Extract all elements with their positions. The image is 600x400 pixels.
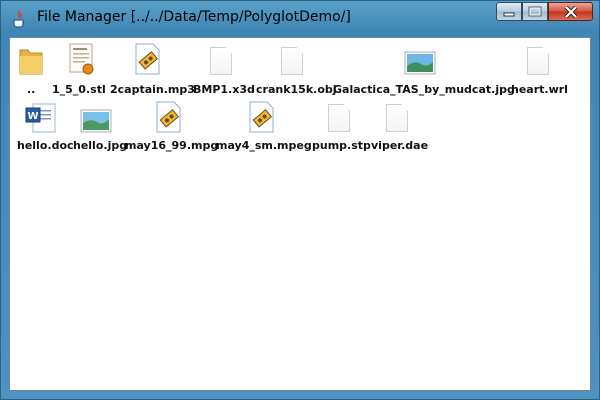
file-label: pump.stp <box>312 139 371 152</box>
java-app-icon <box>13 10 25 28</box>
minimize-icon <box>503 12 515 16</box>
file-list-area[interactable]: .. 1_5_0.stl 2captain.mp3 BMP1.x3d crank… <box>9 37 591 391</box>
generic-file-icon <box>386 104 408 132</box>
close-icon <box>564 5 577 18</box>
certificate-document-icon <box>69 43 94 75</box>
media-file-icon <box>156 101 181 133</box>
media-file-icon <box>135 43 160 75</box>
file-manager-window: File Manager [../../Data/Temp/PolyglotDe… <box>0 0 600 400</box>
folder-icon <box>19 49 43 75</box>
minimize-button[interactable] <box>496 2 522 21</box>
word-document-icon: W <box>25 103 56 133</box>
image-file-icon <box>404 51 436 75</box>
file-label: may4_sm.mpeg <box>216 139 312 152</box>
file-label: 1_5_0.stl <box>52 83 106 96</box>
file-label: hello.jpg <box>73 139 128 152</box>
file-label: hello.doc <box>17 139 74 152</box>
file-label: BMP1.x3d <box>193 83 255 96</box>
generic-file-icon <box>210 47 232 75</box>
file-label: heart.wrl <box>511 83 568 96</box>
title-bar[interactable]: File Manager [../../Data/Temp/PolyglotDe… <box>1 1 599 37</box>
svg-text:W: W <box>27 111 38 122</box>
generic-file-icon <box>527 47 549 75</box>
window-title: File Manager [../../Data/Temp/PolyglotDe… <box>37 9 351 25</box>
media-file-icon <box>249 101 274 133</box>
maximize-button[interactable] <box>522 2 548 21</box>
generic-file-icon <box>281 47 303 75</box>
generic-file-icon <box>328 104 350 132</box>
file-label: may16_99.mpg <box>125 139 219 152</box>
maximize-icon <box>528 6 542 17</box>
file-label: .. <box>27 83 36 96</box>
close-button[interactable] <box>548 2 593 21</box>
file-label: viper.dae <box>371 139 429 152</box>
file-label: 2captain.mp3 <box>110 83 195 96</box>
image-file-icon <box>80 109 112 133</box>
file-label: crank15k.obj <box>256 83 337 96</box>
window-controls <box>496 2 593 24</box>
file-label: Galactica_TAS_by_mudcat.jpg <box>333 83 515 96</box>
